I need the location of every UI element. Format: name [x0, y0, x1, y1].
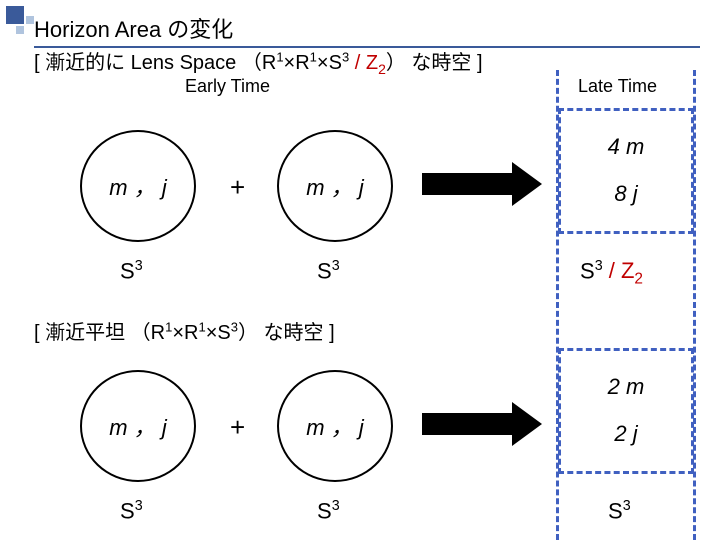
section2-left-s-label: S3	[120, 498, 143, 524]
plus-icon: +	[230, 412, 245, 443]
section1-late-box: 4 m 8 j	[558, 108, 694, 234]
arrow-icon	[422, 162, 542, 206]
late-bottom-value: 8 j	[614, 180, 637, 209]
section1-right-bubble: m ， j	[277, 130, 393, 242]
bubble-text: m ， j	[306, 410, 363, 442]
section1-left-s-label: S3	[120, 258, 143, 284]
late-top-value: 4 m	[608, 133, 645, 162]
early-time-label: Early Time	[185, 76, 270, 97]
late-top-value: 2 m	[608, 373, 645, 402]
bubble-text: m ， j	[109, 170, 166, 202]
bubble-text: m ， j	[109, 410, 166, 442]
title-block: Horizon Area の変化	[34, 12, 700, 48]
plus-icon: +	[230, 172, 245, 203]
bubble-text: m ， j	[306, 170, 363, 202]
section2-heading: [ 漸近平坦 （R1×R1×S3） な時空 ]	[34, 316, 335, 345]
section2-late-box: 2 m 2 j	[558, 348, 694, 474]
page-title: Horizon Area の変化	[34, 12, 700, 44]
section2-right-bubble: m ， j	[277, 370, 393, 482]
late-bottom-value: 2 j	[614, 420, 637, 449]
section2-late-s-label: S3	[608, 498, 631, 524]
section2-left-bubble: m ， j	[80, 370, 196, 482]
section1-right-s-label: S3	[317, 258, 340, 284]
section1-left-bubble: m ， j	[80, 130, 196, 242]
late-time-label: Late Time	[578, 76, 657, 97]
section1-late-s-label: S3 / Z2	[580, 258, 643, 289]
section1-heading: [ 漸近的に Lens Space （R1×R1×S3 / Z2） な時空 ]	[34, 46, 483, 77]
arrow-icon	[422, 402, 542, 446]
section2-right-s-label: S3	[317, 498, 340, 524]
